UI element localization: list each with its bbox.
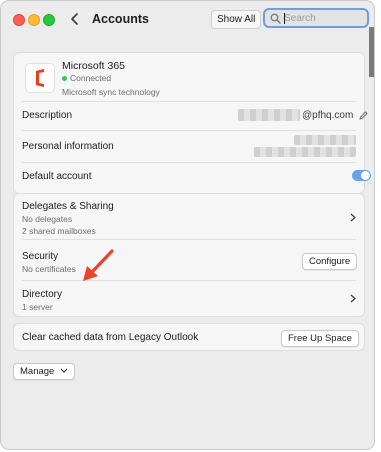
office-logo-icon [25,63,55,93]
delegates-sharing-label: Delegates & Sharing [22,201,114,212]
chevron-down-icon [60,368,68,373]
personal-information-row[interactable]: Personal information [14,131,364,162]
close-window-button[interactable] [13,14,25,26]
zoom-window-button[interactable] [43,14,55,26]
shared-mailboxes-count: 2 shared mailboxes [22,226,96,236]
chevron-right-icon [350,294,356,303]
annotation-arrow-icon [83,249,114,281]
search-input[interactable] [284,11,364,25]
pencil-icon[interactable] [358,110,369,121]
personal-information-label: Personal information [22,141,114,152]
clear-cache-label: Clear cached data from Legacy Outlook [22,332,199,343]
email-suffix: @pfhq.com [302,110,354,121]
chevron-right-icon [350,213,356,222]
redacted-info-line [254,147,356,157]
account-description: Microsoft sync technology [62,87,160,97]
search-icon [270,13,281,24]
search-field[interactable] [263,8,369,28]
directory-row[interactable]: Directory 1 server [14,281,364,317]
page-title: Accounts [92,12,149,26]
delegates-sharing-row[interactable]: Delegates & Sharing No delegates 2 share… [14,194,364,236]
account-panel: Microsoft 365 Connected Microsoft sync t… [13,52,371,194]
manage-menu-button[interactable]: Manage [13,363,75,380]
manage-label: Manage [20,366,55,377]
free-up-space-button[interactable]: Free Up Space [281,330,359,347]
connected-status-dot [62,76,67,81]
directory-servers: 1 server [22,302,53,312]
accounts-window: Accounts Show All Microsoft 365 Connecte… [0,0,375,450]
description-label: Description [22,110,73,121]
account-name: Microsoft 365 [62,60,126,72]
clear-cache-panel: Clear cached data from Legacy Outlook Fr… [13,323,365,351]
redacted-email [238,109,300,121]
title-bar: Accounts Show All [1,1,374,37]
security-row: Security No certificates Configure [14,240,364,278]
default-account-row: Default account [14,163,371,193]
toggle-knob [361,171,370,180]
default-account-label: Default account [22,171,92,182]
settings-panel: Delegates & Sharing No delegates 2 share… [13,193,365,317]
show-all-button[interactable]: Show All [211,10,262,29]
delegates-count: No delegates [22,214,73,224]
configure-button[interactable]: Configure [302,253,358,270]
minimize-window-button[interactable] [28,14,40,26]
back-chevron-icon[interactable] [68,9,82,29]
text-caret [284,13,285,24]
security-label: Security [22,251,59,262]
window-edge [369,27,374,77]
description-row[interactable]: Description @pfhq.com [14,102,368,130]
account-header: Microsoft 365 Connected Microsoft sync t… [14,53,364,101]
security-certificates: No certificates [22,264,76,274]
redacted-info-line [294,135,356,145]
directory-label: Directory [22,289,63,300]
default-account-toggle[interactable] [352,170,371,181]
account-status: Connected [70,73,112,83]
